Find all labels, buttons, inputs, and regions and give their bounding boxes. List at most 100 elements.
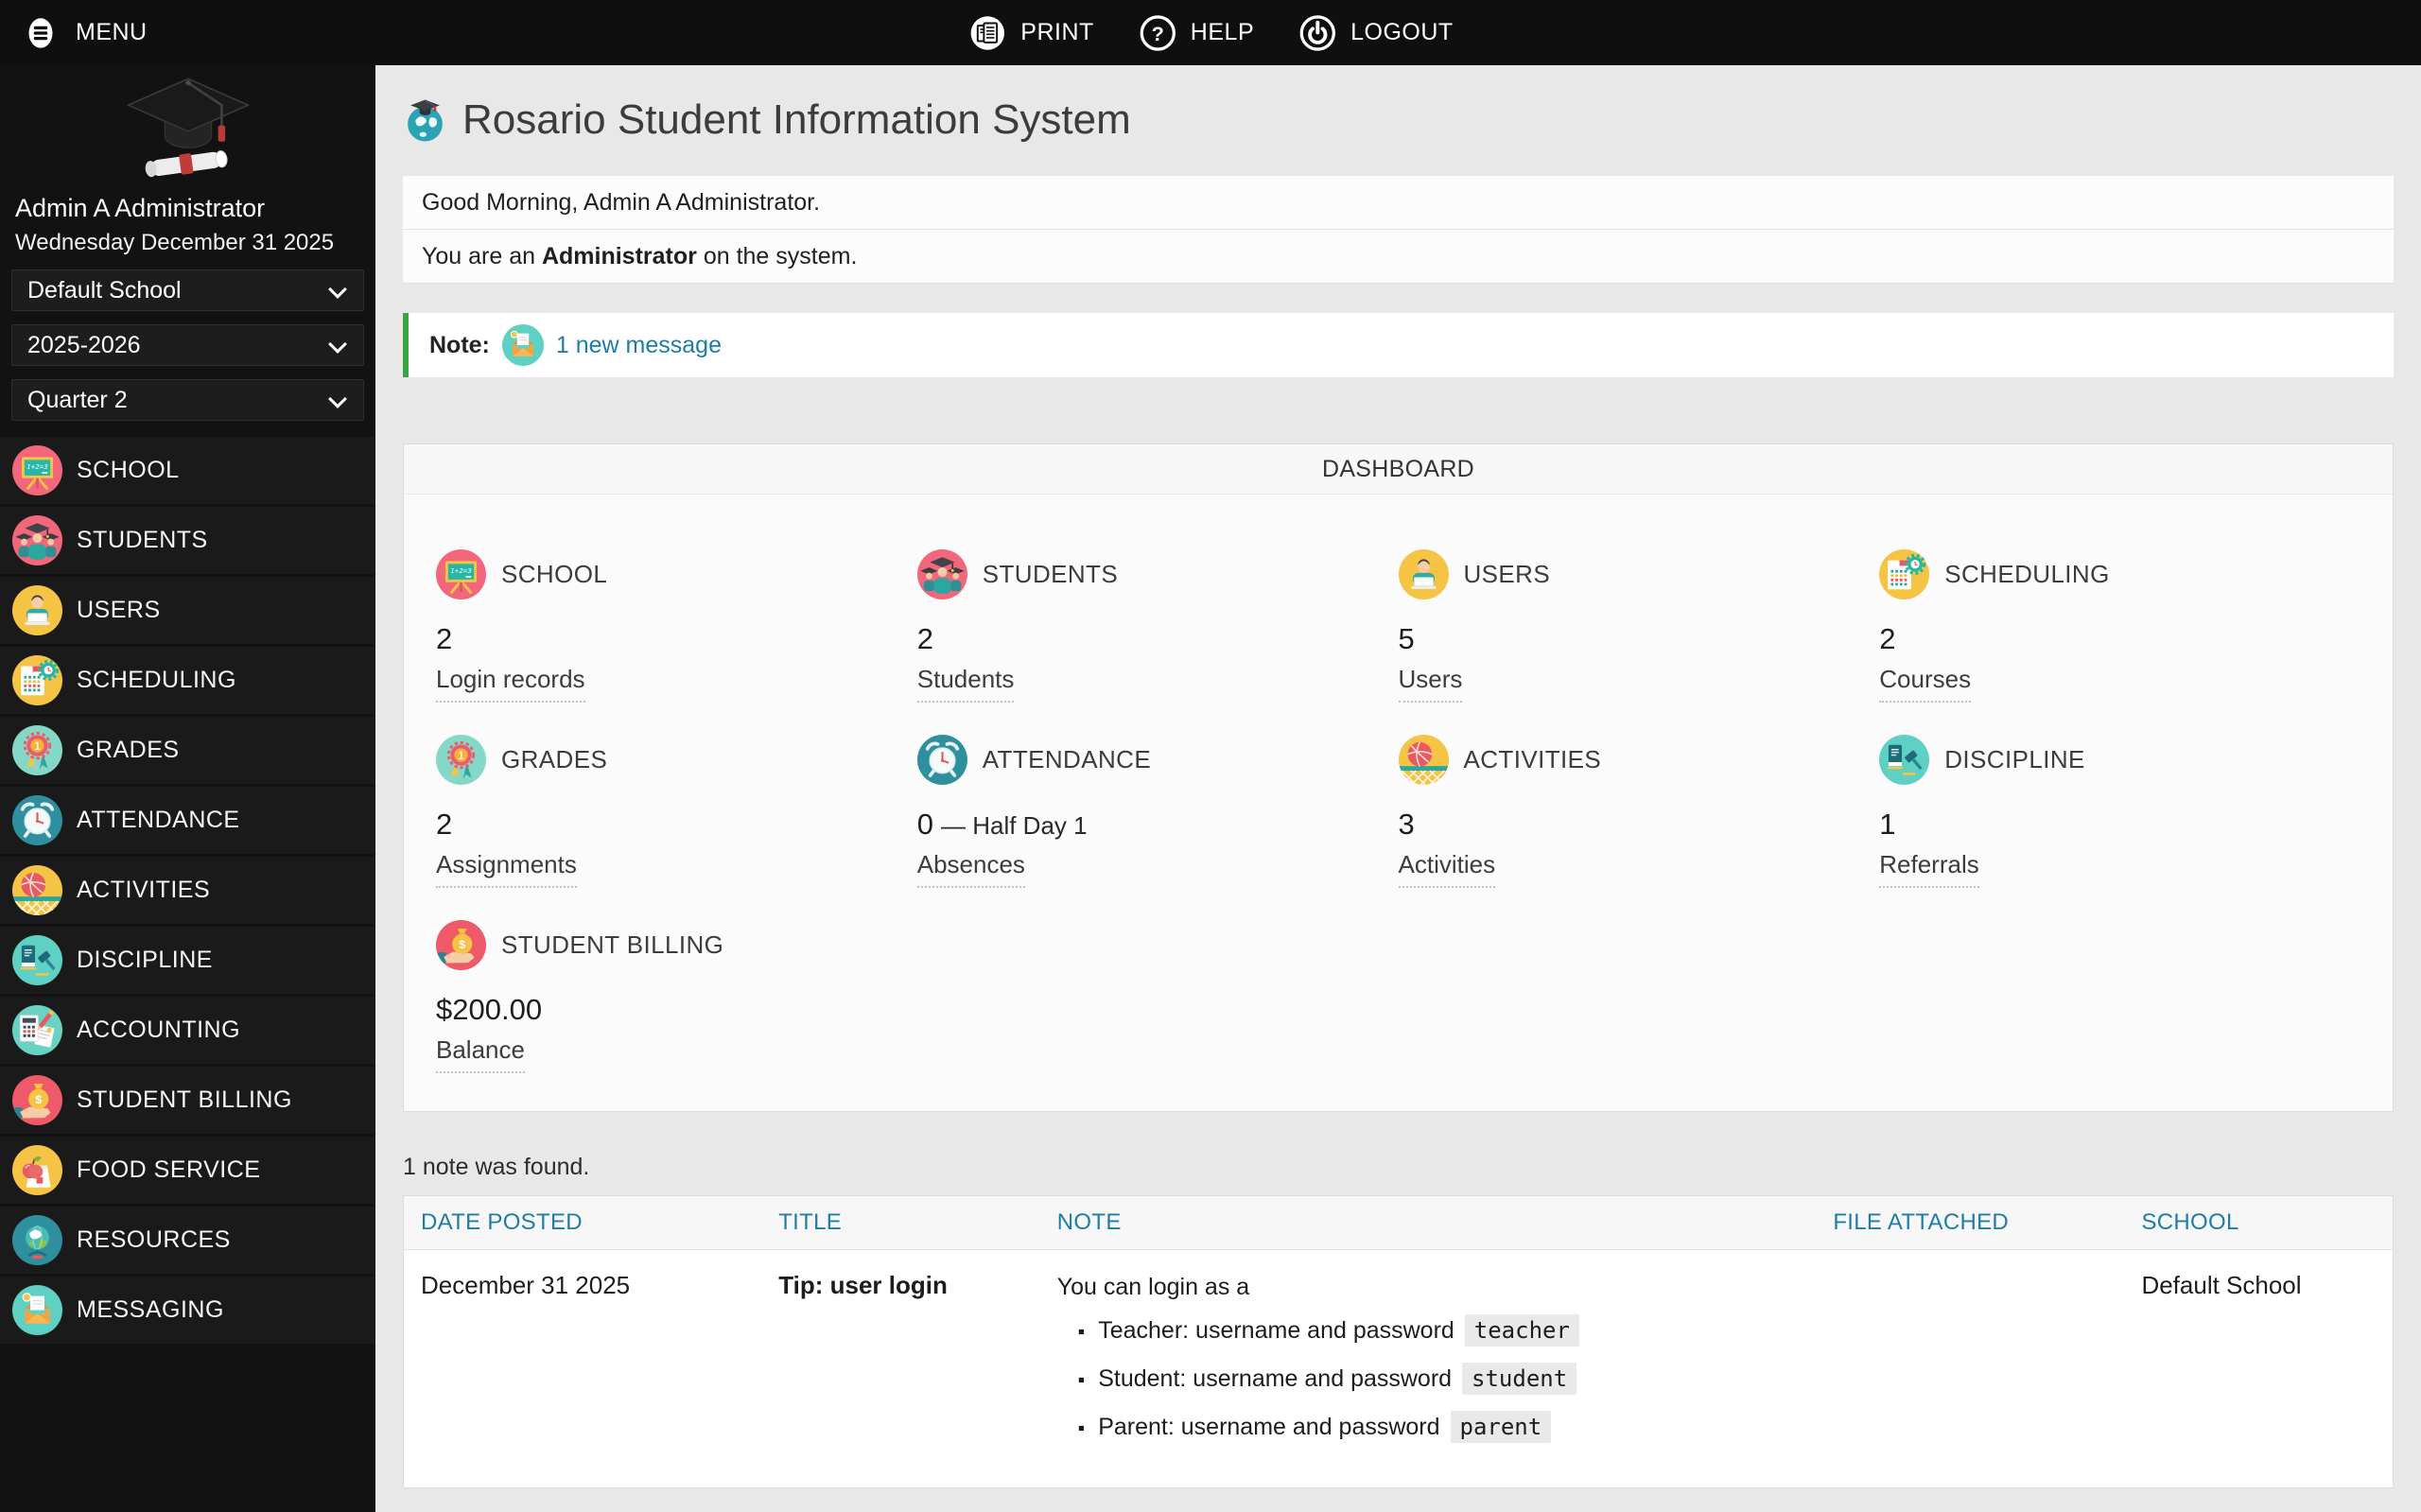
- school-year-select-value: 2025-2026: [27, 331, 141, 358]
- note-item-text: Student: username and password: [1098, 1365, 1453, 1392]
- sidebar-item-label: STUDENTS: [77, 527, 208, 553]
- sidebar-item-label: SCHOOL: [77, 457, 180, 483]
- card-header: GRADES: [436, 735, 917, 785]
- sidebar-item-users[interactable]: USERS: [0, 577, 375, 644]
- new-message-link[interactable]: 1 new message: [556, 332, 722, 359]
- grades-icon: [12, 725, 62, 775]
- help-icon: [1138, 13, 1177, 53]
- card-title: USERS: [1463, 560, 1551, 588]
- sidebar-item-attendance[interactable]: ATTENDANCE: [0, 787, 375, 854]
- card-header: ACTIVITIES: [1399, 735, 1880, 785]
- app-globe-logo-icon: [403, 98, 447, 143]
- school-select[interactable]: Default School: [11, 269, 364, 311]
- column-header-school[interactable]: SCHOOL: [2141, 1209, 2238, 1235]
- print-label: PRINT: [1020, 19, 1094, 45]
- notes-count: 1 note was found.: [403, 1154, 590, 1180]
- logout-label: LOGOUT: [1350, 19, 1454, 45]
- sidebar-item-food-service[interactable]: FOOD SERVICE: [0, 1137, 375, 1204]
- card-title: STUDENTS: [982, 560, 1119, 588]
- sidebar-item-student-billing[interactable]: STUDENT BILLING: [0, 1067, 375, 1134]
- sidebar-item-label: GRADES: [77, 737, 180, 763]
- dashboard-card-grades: GRADES 2 Assignments: [436, 735, 917, 888]
- menu-button[interactable]: MENU: [0, 10, 148, 56]
- quarter-select[interactable]: Quarter 2: [11, 379, 364, 421]
- card-value: $200.00: [436, 993, 917, 1028]
- card-link[interactable]: Students: [916, 665, 1015, 703]
- discipline-icon: [1879, 735, 1929, 785]
- sidebar-nav: SCHOOL STUDENTS USERS SCHEDULING GRADES: [0, 437, 375, 1344]
- current-date: Wednesday December 31 2025: [15, 230, 335, 255]
- card-title: SCHEDULING: [1944, 560, 2110, 588]
- card-title: ATTENDANCE: [982, 745, 1152, 773]
- print-button[interactable]: PRINT: [967, 13, 1094, 53]
- card-header: STUDENT BILLING: [436, 920, 917, 970]
- sidebar-item-label: ACCOUNTING: [77, 1017, 241, 1043]
- discipline-icon: [12, 935, 62, 985]
- sidebar-item-label: FOOD SERVICE: [77, 1156, 261, 1183]
- school-select-value: Default School: [27, 276, 182, 304]
- note-item-text: Teacher: username and password: [1098, 1317, 1454, 1344]
- graduation-cap-logo: [107, 75, 270, 186]
- school-year-select[interactable]: 2025-2026: [11, 324, 364, 366]
- card-link[interactable]: Referrals: [1879, 850, 1979, 888]
- chevron-down-icon: [328, 280, 347, 299]
- card-value: 1: [1879, 808, 2360, 843]
- dashboard-card-school: SCHOOL 2 Login records: [436, 549, 917, 703]
- dashboard-card-activities: ACTIVITIES 3 Activities: [1398, 735, 1880, 888]
- sidebar-item-label: MESSAGING: [77, 1296, 224, 1323]
- card-header: STUDENTS: [917, 549, 1399, 600]
- sidebar-item-school[interactable]: SCHOOL: [0, 437, 375, 504]
- print-icon: [967, 13, 1007, 53]
- attendance-icon: [917, 735, 967, 785]
- card-link[interactable]: Assignments: [436, 850, 577, 888]
- cell-file-attached: [1816, 1250, 2124, 1488]
- notes-table-header-row: DATE POSTED TITLE NOTE FILE ATTACHED SCH…: [403, 1195, 2394, 1250]
- card-header: ATTENDANCE: [917, 735, 1399, 785]
- card-header: USERS: [1399, 549, 1880, 600]
- sidebar-item-messaging[interactable]: MESSAGING: [0, 1277, 375, 1344]
- activities-icon: [12, 865, 62, 915]
- logout-button[interactable]: LOGOUT: [1298, 13, 1454, 53]
- sidebar-item-scheduling[interactable]: SCHEDULING: [0, 647, 375, 714]
- greeting-panel: Good Morning, Admin A Administrator. You…: [403, 176, 2394, 284]
- sidebar-item-students[interactable]: STUDENTS: [0, 507, 375, 574]
- card-title: GRADES: [501, 745, 608, 773]
- card-link[interactable]: Balance: [436, 1035, 525, 1073]
- cell-title: Tip: user login: [778, 1271, 948, 1299]
- column-header-title[interactable]: TITLE: [778, 1209, 842, 1235]
- billing-icon: [12, 1075, 62, 1125]
- card-value-number: 2: [916, 622, 933, 655]
- cell-school: Default School: [2141, 1271, 2302, 1299]
- sidebar-item-grades[interactable]: GRADES: [0, 717, 375, 784]
- sidebar-item-resources[interactable]: RESOURCES: [0, 1207, 375, 1274]
- sidebar-item-label: ATTENDANCE: [77, 807, 240, 833]
- cell-note: You can login as a Teacher: username and…: [1040, 1250, 1817, 1488]
- school-icon: [436, 549, 486, 600]
- scheduling-icon: [12, 655, 62, 705]
- card-value: 0 — Half Day 1: [917, 808, 1399, 843]
- card-link[interactable]: Login records: [436, 665, 585, 703]
- card-link[interactable]: Activities: [1398, 850, 1496, 888]
- sidebar-item-discipline[interactable]: DISCIPLINE: [0, 927, 375, 994]
- column-header-file-attached[interactable]: FILE ATTACHED: [1833, 1209, 2009, 1235]
- card-link[interactable]: Courses: [1879, 665, 1972, 703]
- help-button[interactable]: HELP: [1138, 13, 1254, 53]
- sidebar-item-accounting[interactable]: ACCOUNTING: [0, 997, 375, 1064]
- card-link[interactable]: Users: [1398, 665, 1463, 703]
- dashboard-panel: DASHBOARD SCHOOL 2 Login records STUDENT…: [403, 443, 2394, 1112]
- card-value-number: 3: [1398, 808, 1415, 841]
- column-header-date-posted[interactable]: DATE POSTED: [421, 1209, 583, 1235]
- sidebar-item-activities[interactable]: ACTIVITIES: [0, 857, 375, 924]
- menu-label: MENU: [76, 19, 148, 45]
- card-header: SCHEDULING: [1879, 549, 2360, 600]
- card-value-number: 2: [436, 622, 453, 655]
- note-row: December 31 2025 Tip: user login You can…: [404, 1250, 2394, 1488]
- chevron-down-icon: [328, 335, 347, 354]
- card-link[interactable]: Absences: [916, 850, 1025, 888]
- users-icon: [1399, 549, 1449, 600]
- dashboard-card-scheduling: SCHEDULING 2 Courses: [1879, 549, 2360, 703]
- column-header-note[interactable]: NOTE: [1057, 1209, 1122, 1235]
- topbar: MENU PRINT HELP LOGOUT: [0, 0, 2421, 65]
- greeting-line1: Good Morning, Admin A Administrator.: [403, 176, 2394, 230]
- card-value: 2: [436, 622, 917, 657]
